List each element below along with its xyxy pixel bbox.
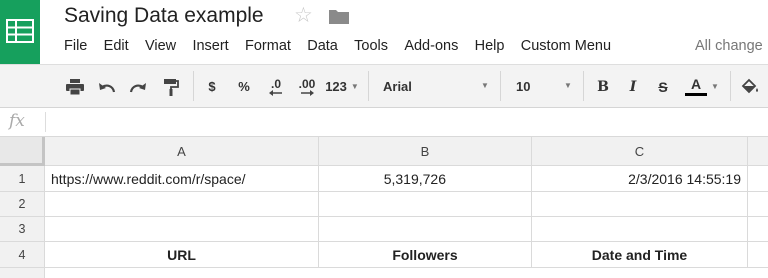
cell-a2[interactable] — [45, 192, 319, 217]
menu-help[interactable]: Help — [475, 38, 505, 56]
currency-format-button[interactable]: $ — [202, 65, 222, 108]
strikethrough-button[interactable]: S — [652, 65, 674, 108]
text-color-button[interactable]: A ▼ — [682, 65, 722, 108]
chevron-down-icon: ▼ — [481, 81, 489, 90]
sheets-grid-icon — [6, 19, 34, 43]
fx-icon: fx — [9, 111, 25, 131]
print-icon — [66, 78, 84, 95]
row-header-5[interactable] — [0, 268, 45, 278]
cell-b1[interactable]: 5,319,726 — [319, 166, 532, 192]
row-header-3[interactable]: 3 — [0, 217, 45, 242]
cell-d1[interactable] — [748, 166, 768, 192]
menu-edit[interactable]: Edit — [104, 38, 129, 56]
text-color-label: A — [690, 76, 702, 92]
formula-input[interactable] — [48, 110, 763, 134]
more-formats-button[interactable]: 123 ▼ — [324, 65, 360, 108]
cell-a4[interactable]: URL — [45, 242, 319, 268]
text-color-swatch: A — [685, 76, 708, 96]
column-header-a[interactable]: A — [45, 137, 319, 166]
paint-format-button[interactable] — [158, 65, 184, 108]
cell-d2[interactable] — [748, 192, 768, 217]
font-size-select[interactable]: 10 ▼ — [516, 65, 576, 108]
menu-data[interactable]: Data — [307, 38, 338, 56]
menu-format[interactable]: Format — [245, 38, 291, 56]
cell-c1[interactable]: 2/3/2016 14:55:19 — [532, 166, 748, 192]
row-header-2[interactable]: 2 — [0, 192, 45, 217]
more-formats-label: 123 — [325, 79, 347, 94]
font-family-value: Arial — [383, 79, 412, 94]
document-title[interactable]: Saving Data example — [64, 4, 264, 28]
decrease-decimals-button[interactable]: .0 — [263, 65, 289, 108]
row-header-1[interactable]: 1 — [0, 166, 45, 192]
column-header-b[interactable]: B — [319, 137, 532, 166]
arrow-right-icon — [301, 89, 314, 96]
save-status[interactable]: All change — [695, 38, 763, 54]
column-header-d[interactable] — [748, 137, 768, 166]
folder-icon[interactable] — [328, 8, 350, 25]
cell-a1[interactable]: https://www.reddit.com/r/space/ — [45, 166, 319, 192]
row-header-4[interactable]: 4 — [0, 242, 45, 268]
column-header-c[interactable]: C — [532, 137, 748, 166]
bold-button[interactable]: B — [592, 65, 614, 108]
font-family-select[interactable]: Arial ▼ — [383, 65, 493, 108]
redo-icon — [129, 82, 146, 92]
cell-a3[interactable] — [45, 217, 319, 242]
chevron-down-icon: ▼ — [711, 82, 719, 91]
percent-format-button[interactable]: % — [233, 65, 255, 108]
menu-file[interactable]: File — [64, 38, 87, 56]
menu-insert[interactable]: Insert — [192, 38, 228, 56]
font-size-value: 10 — [516, 79, 531, 94]
italic-button[interactable]: I — [622, 65, 644, 108]
increase-decimals-label: .00 — [298, 76, 316, 91]
arrow-left-icon — [269, 89, 282, 96]
cell-c3[interactable] — [532, 217, 748, 242]
text-color-bar — [685, 93, 708, 96]
menu-view[interactable]: View — [145, 38, 176, 56]
menu-tools[interactable]: Tools — [354, 38, 388, 56]
print-button[interactable] — [62, 65, 88, 108]
toolbar: $ % .0 .00 123 ▼ Arial ▼ 10 ▼ B I S A ▼ — [0, 64, 768, 108]
cell-b2[interactable] — [319, 192, 532, 217]
menu-addons[interactable]: Add-ons — [404, 38, 458, 56]
chevron-down-icon: ▼ — [564, 81, 572, 90]
fill-color-button[interactable] — [737, 65, 763, 108]
paint-format-icon — [164, 78, 179, 96]
star-icon[interactable]: ☆ — [294, 5, 313, 27]
paint-bucket-icon — [741, 78, 758, 93]
cell-d4[interactable] — [748, 242, 768, 268]
cell-d3[interactable] — [748, 217, 768, 242]
formula-bar: fx — [0, 108, 768, 137]
select-all-corner[interactable] — [0, 137, 45, 166]
undo-button[interactable] — [94, 65, 120, 108]
cell-c2[interactable] — [532, 192, 748, 217]
spreadsheet-grid: A B C 1 2 3 4 https://www.reddit.com/r/s… — [0, 137, 768, 278]
menu-bar: File Edit View Insert Format Data Tools … — [64, 38, 627, 56]
undo-icon — [99, 82, 116, 92]
chevron-down-icon: ▼ — [350, 82, 359, 91]
cell-b3[interactable] — [319, 217, 532, 242]
redo-button[interactable] — [125, 65, 151, 108]
cell-b4[interactable]: Followers — [319, 242, 532, 268]
menu-custom-menu[interactable]: Custom Menu — [521, 38, 611, 56]
cell-c4[interactable]: Date and Time — [532, 242, 748, 268]
increase-decimals-button[interactable]: .00 — [292, 65, 322, 108]
decrease-decimals-label: .0 — [270, 76, 281, 91]
sheets-logo[interactable] — [0, 0, 40, 64]
